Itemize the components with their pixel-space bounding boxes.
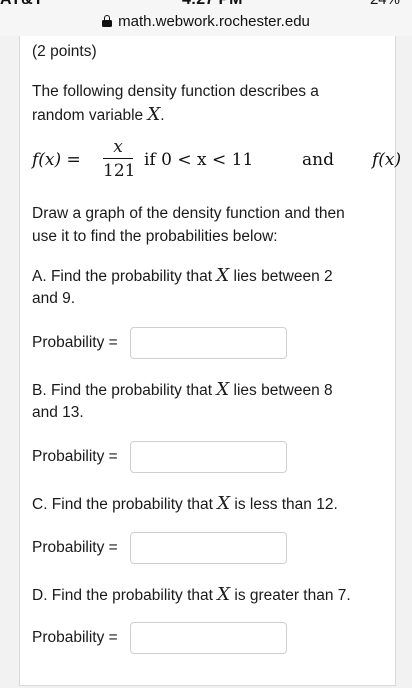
part-a-probability-input[interactable] [130,327,287,359]
part-c-probability-label: Probability = [32,539,118,556]
part-c-question: C. Find the probability that X is less t… [32,493,338,514]
formula-connector: and [302,150,334,170]
formula-condition: if 0 < x < 11 [144,150,254,170]
part-b-question: B. Find the probability that X lies betw… [32,379,333,400]
part-c-answer-row: Probability = [32,532,287,564]
lock-icon [102,15,113,27]
part-d-answer-row: Probability = [32,622,287,654]
part-d-probability-label: Probability = [32,629,118,646]
address-bar[interactable]: math.webwork.rochester.edu [0,0,412,36]
fraction-numerator: x [113,137,123,157]
part-b-answer-row: Probability = [32,441,287,473]
part-b-probability-label: Probability = [32,448,118,465]
part-a-answer-row: Probability = [32,327,287,359]
fraction-denominator: 121 [103,161,136,181]
part-d-probability-input[interactable] [130,622,287,654]
part-d-question: D. Find the probability that X is greate… [32,584,351,605]
instruction-line-2: use it to find the probabilities below: [32,228,278,245]
points-label: (2 points) [32,43,97,60]
url-text: math.webwork.rochester.edu [118,12,310,30]
part-a-question-cont: and 9. [32,290,76,307]
variable-x: X [147,104,161,125]
intro-line-1: The following density function describes… [32,83,319,100]
part-c-probability-input[interactable] [130,532,287,564]
part-a-question: A. Find the probability that X lies betw… [32,265,333,286]
part-b-question-cont: and 13. [32,404,84,421]
part-b-probability-input[interactable] [130,441,287,473]
formula-fraction: x 121 [103,137,136,182]
formula-rhs-truncated: f(x) [372,150,402,170]
part-a-probability-label: Probability = [32,334,118,351]
intro-line-2: random variable X. [32,104,165,125]
formula-lhs: f(x) = [32,150,81,170]
instruction-line-1: Draw a graph of the density function and… [32,205,345,222]
